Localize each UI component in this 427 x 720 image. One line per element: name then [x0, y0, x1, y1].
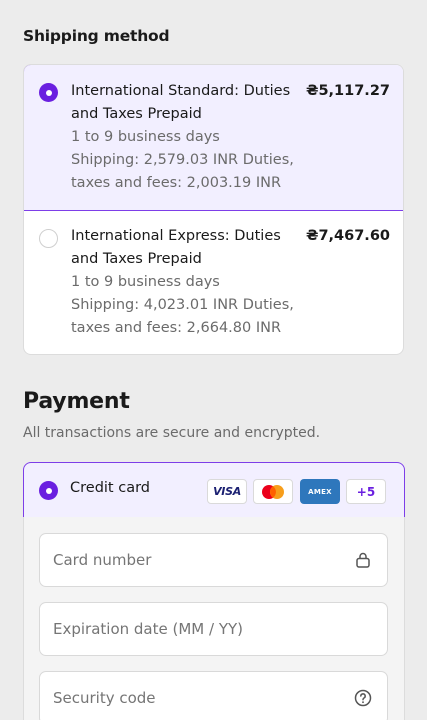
shipping-options: International Standard: Duties and Taxes…	[23, 64, 404, 355]
radio-selected-icon[interactable]	[39, 83, 58, 102]
option-details: 1 to 9 business days Shipping: 4,023.01 …	[71, 274, 294, 336]
payment-title: Payment	[23, 389, 130, 414]
option-details: 1 to 9 business days Shipping: 2,579.03 …	[71, 129, 294, 191]
amex-icon: AMEX	[300, 479, 340, 504]
payment-subtitle: All transactions are secure and encrypte…	[23, 425, 321, 441]
card-number-field[interactable]	[39, 533, 388, 587]
help-circle-icon[interactable]	[354, 689, 372, 707]
payment-method-label: Credit card	[70, 480, 150, 496]
expiration-date-input[interactable]	[40, 603, 387, 655]
option-name: International Express: Duties and Taxes …	[71, 228, 281, 267]
security-code-input[interactable]	[40, 672, 387, 720]
payment-method-credit-card[interactable]: Credit card VISA AMEX +5	[23, 462, 405, 518]
lock-icon	[356, 552, 370, 568]
shipping-option-express[interactable]: International Express: Duties and Taxes …	[24, 211, 403, 354]
expiration-date-field[interactable]	[39, 602, 388, 656]
visa-icon: VISA	[207, 479, 247, 504]
more-cards-badge: +5	[346, 479, 386, 504]
security-code-field[interactable]	[39, 671, 388, 720]
mastercard-icon	[253, 479, 293, 504]
card-number-input[interactable]	[40, 534, 387, 586]
credit-card-form	[23, 517, 405, 720]
option-price: ₴5,117.27	[305, 83, 390, 99]
shipping-method-title: Shipping method	[23, 27, 170, 45]
option-price: ₴7,467.60	[305, 228, 390, 244]
radio-selected-icon[interactable]	[39, 481, 58, 500]
radio-unselected-icon[interactable]	[39, 229, 58, 248]
shipping-option-standard[interactable]: International Standard: Duties and Taxes…	[24, 65, 403, 211]
option-name: International Standard: Duties and Taxes…	[71, 83, 291, 122]
